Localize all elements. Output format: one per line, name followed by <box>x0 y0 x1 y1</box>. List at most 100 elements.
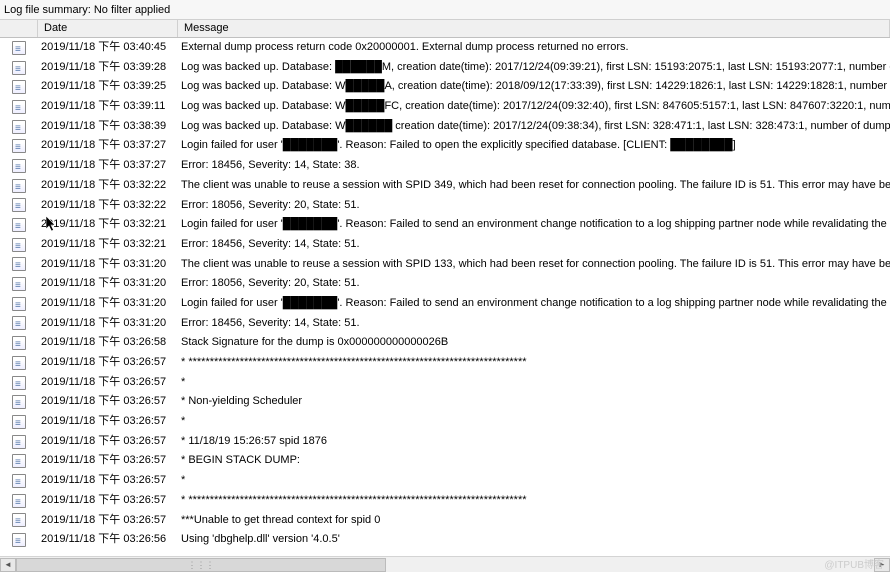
scroll-track[interactable]: ⋮⋮⋮ <box>16 558 874 572</box>
info-log-icon <box>12 100 26 114</box>
log-entry-icon <box>0 333 38 353</box>
log-date-cell: 2019/11/18 下午 03:31:20 <box>38 255 178 275</box>
horizontal-scrollbar[interactable]: ◄ ⋮⋮⋮ ► <box>0 556 890 572</box>
log-row[interactable]: 2019/11/18 下午 03:32:21Login failed for u… <box>0 215 890 235</box>
log-row[interactable]: 2019/11/18 下午 03:31:20Error: 18456, Seve… <box>0 314 890 334</box>
log-date-cell: 2019/11/18 下午 03:26:57 <box>38 491 178 511</box>
log-row[interactable]: 2019/11/18 下午 03:26:57* <box>0 471 890 491</box>
log-grid-body[interactable]: 2019/11/18 下午 03:40:45External dump proc… <box>0 38 890 550</box>
log-row[interactable]: 2019/11/18 下午 03:31:20Login failed for u… <box>0 294 890 314</box>
info-log-icon <box>12 218 26 232</box>
log-row[interactable]: 2019/11/18 下午 03:26:57* ****************… <box>0 353 890 373</box>
log-entry-icon <box>0 274 38 294</box>
column-header-icon[interactable] <box>0 20 38 37</box>
log-entry-icon <box>0 412 38 432</box>
log-message-cell: * 11/18/19 15:26:57 spid 1876 <box>178 432 890 452</box>
log-row[interactable]: 2019/11/18 下午 03:32:22The client was una… <box>0 176 890 196</box>
scroll-left-button[interactable]: ◄ <box>0 558 16 572</box>
log-date-cell: 2019/11/18 下午 03:26:57 <box>38 511 178 531</box>
log-date-cell: 2019/11/18 下午 03:26:56 <box>38 530 178 550</box>
info-log-icon <box>12 336 26 350</box>
log-message-cell: * <box>178 412 890 432</box>
log-entry-icon <box>0 294 38 314</box>
log-row[interactable]: 2019/11/18 下午 03:39:28Log was backed up.… <box>0 58 890 78</box>
log-entry-icon <box>0 58 38 78</box>
info-log-icon <box>12 435 26 449</box>
log-row[interactable]: 2019/11/18 下午 03:32:21Error: 18456, Seve… <box>0 235 890 255</box>
log-date-cell: 2019/11/18 下午 03:31:20 <box>38 314 178 334</box>
log-message-cell: Error: 18456, Severity: 14, State: 51. <box>178 235 890 255</box>
log-message-cell: Log was backed up. Database: W█████A, cr… <box>178 77 890 97</box>
scroll-thumb[interactable]: ⋮⋮⋮ <box>16 558 386 572</box>
info-log-icon <box>12 454 26 468</box>
log-entry-icon <box>0 373 38 393</box>
log-date-cell: 2019/11/18 下午 03:32:22 <box>38 176 178 196</box>
log-row[interactable]: 2019/11/18 下午 03:37:27Login failed for u… <box>0 136 890 156</box>
log-row[interactable]: 2019/11/18 下午 03:38:39Log was backed up.… <box>0 117 890 137</box>
log-row[interactable]: 2019/11/18 下午 03:26:57***Unable to get t… <box>0 511 890 531</box>
log-message-cell: Stack Signature for the dump is 0x000000… <box>178 333 890 353</box>
log-entry-icon <box>0 511 38 531</box>
log-entry-icon <box>0 215 38 235</box>
log-row[interactable]: 2019/11/18 下午 03:32:22Error: 18056, Seve… <box>0 196 890 216</box>
log-date-cell: 2019/11/18 下午 03:37:27 <box>38 156 178 176</box>
log-entry-icon <box>0 38 38 58</box>
log-row[interactable]: 2019/11/18 下午 03:39:11Log was backed up.… <box>0 97 890 117</box>
log-entry-icon <box>0 314 38 334</box>
log-row[interactable]: 2019/11/18 下午 03:26:57* Non-yielding Sch… <box>0 392 890 412</box>
log-date-cell: 2019/11/18 下午 03:26:57 <box>38 432 178 452</box>
log-message-cell: Using 'dbghelp.dll' version '4.0.5' <box>178 530 890 550</box>
column-header-row: Date Message <box>0 20 890 38</box>
log-row[interactable]: 2019/11/18 下午 03:26:57* ****************… <box>0 491 890 511</box>
log-date-cell: 2019/11/18 下午 03:32:21 <box>38 235 178 255</box>
info-log-icon <box>12 61 26 75</box>
log-entry-icon <box>0 156 38 176</box>
column-header-message[interactable]: Message <box>178 20 890 37</box>
log-entry-icon <box>0 117 38 137</box>
log-row[interactable]: 2019/11/18 下午 03:39:25Log was backed up.… <box>0 77 890 97</box>
log-row[interactable]: 2019/11/18 下午 03:37:27Error: 18456, Seve… <box>0 156 890 176</box>
log-row[interactable]: 2019/11/18 下午 03:31:20Error: 18056, Seve… <box>0 274 890 294</box>
log-row[interactable]: 2019/11/18 下午 03:26:57* <box>0 373 890 393</box>
log-entry-icon <box>0 196 38 216</box>
log-entry-icon <box>0 471 38 491</box>
log-message-cell: * **************************************… <box>178 353 890 373</box>
info-log-icon <box>12 316 26 330</box>
log-entry-icon <box>0 491 38 511</box>
log-entry-icon <box>0 392 38 412</box>
log-date-cell: 2019/11/18 下午 03:39:25 <box>38 77 178 97</box>
log-row[interactable]: 2019/11/18 下午 03:31:20The client was una… <box>0 255 890 275</box>
log-row[interactable]: 2019/11/18 下午 03:26:57* <box>0 412 890 432</box>
log-date-cell: 2019/11/18 下午 03:37:27 <box>38 136 178 156</box>
info-log-icon <box>12 198 26 212</box>
log-date-cell: 2019/11/18 下午 03:26:57 <box>38 471 178 491</box>
log-message-cell: Error: 18056, Severity: 20, State: 51. <box>178 196 890 216</box>
log-message-cell: Login failed for user '███████'. Reason:… <box>178 294 890 314</box>
log-message-cell: Error: 18056, Severity: 20, State: 51. <box>178 274 890 294</box>
log-date-cell: 2019/11/18 下午 03:39:11 <box>38 97 178 117</box>
info-log-icon <box>12 415 26 429</box>
log-entry-icon <box>0 176 38 196</box>
log-message-cell: Login failed for user '███████'. Reason:… <box>178 136 890 156</box>
log-row[interactable]: 2019/11/18 下午 03:26:57* BEGIN STACK DUMP… <box>0 451 890 471</box>
info-log-icon <box>12 179 26 193</box>
log-message-cell: Error: 18456, Severity: 14, State: 51. <box>178 314 890 334</box>
log-summary-text: Log file summary: No filter applied <box>4 4 170 16</box>
log-row[interactable]: 2019/11/18 下午 03:26:58Stack Signature fo… <box>0 333 890 353</box>
log-message-cell: Log was backed up. Database: W██████ cre… <box>178 117 890 137</box>
info-log-icon <box>12 356 26 370</box>
info-log-icon <box>12 41 26 55</box>
info-log-icon <box>12 80 26 94</box>
log-entry-icon <box>0 77 38 97</box>
watermark-text: @ITPUB博客 <box>824 556 884 571</box>
log-row[interactable]: 2019/11/18 下午 03:40:45External dump proc… <box>0 38 890 58</box>
info-log-icon <box>12 513 26 527</box>
log-entry-icon <box>0 255 38 275</box>
log-row[interactable]: 2019/11/18 下午 03:26:57* 11/18/19 15:26:5… <box>0 432 890 452</box>
column-header-date[interactable]: Date <box>38 20 178 37</box>
log-row[interactable]: 2019/11/18 下午 03:26:56Using 'dbghelp.dll… <box>0 530 890 550</box>
log-message-cell: * Non-yielding Scheduler <box>178 392 890 412</box>
log-date-cell: 2019/11/18 下午 03:26:57 <box>38 353 178 373</box>
log-message-cell: * BEGIN STACK DUMP: <box>178 451 890 471</box>
log-entry-icon <box>0 451 38 471</box>
